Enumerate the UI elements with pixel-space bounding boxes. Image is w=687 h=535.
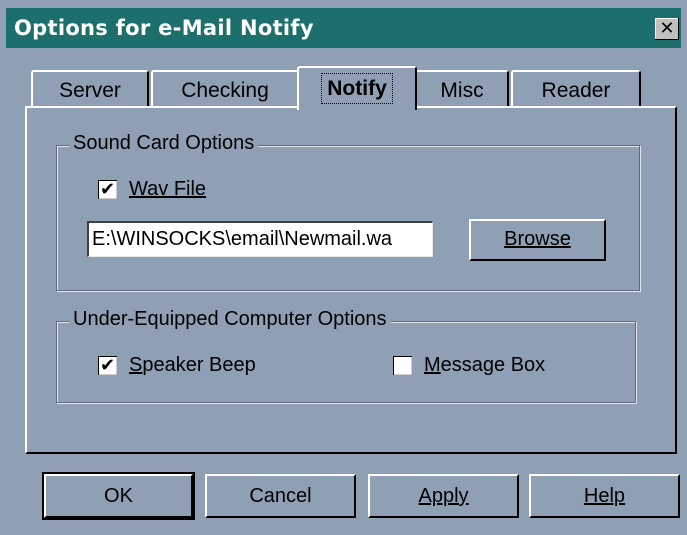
under-equipped-group-label: Under-Equipped Computer Options (69, 308, 391, 331)
close-button[interactable]: ✕ (655, 18, 679, 40)
wav-file-label: Wav File (129, 178, 207, 200)
tab-label: Checking (181, 79, 269, 102)
wav-file-option[interactable]: ✔ Wav File (98, 178, 206, 201)
apply-label: Apply (418, 485, 469, 507)
options-dialog: Options for e-Mail Notify ✕ Server Check… (0, 0, 687, 535)
message-box-label: Message Box (424, 354, 546, 376)
sound-card-group: Sound Card Options (56, 132, 640, 291)
apply-button[interactable]: Apply (368, 474, 519, 518)
help-label: Help (583, 485, 626, 507)
title-bar: Options for e-Mail Notify ✕ (6, 8, 681, 48)
tab-label: Misc (440, 79, 484, 102)
ok-button[interactable]: OK (42, 472, 195, 520)
speaker-beep-option[interactable]: ✔ Speaker Beep (98, 354, 256, 377)
ok-label: OK (104, 485, 133, 507)
tab-label: Notify (321, 73, 393, 104)
message-box-option[interactable]: Message Box (393, 354, 545, 377)
cancel-label: Cancel (249, 485, 312, 507)
speaker-beep-checkbox[interactable]: ✔ (98, 356, 117, 376)
tab-server[interactable]: Server (31, 70, 149, 108)
message-box-checkbox[interactable] (393, 356, 412, 375)
browse-button[interactable]: Browse (469, 219, 606, 261)
tab-checking[interactable]: Checking (151, 70, 299, 108)
cancel-button[interactable]: Cancel (205, 474, 356, 518)
window-title: Options for e-Mail Notify (14, 16, 314, 40)
sound-card-group-label: Sound Card Options (69, 132, 259, 155)
tab-label: Server (59, 79, 121, 102)
tab-notify[interactable]: Notify (297, 66, 417, 110)
wav-file-checkbox[interactable]: ✔ (98, 180, 117, 200)
tab-reader[interactable]: Reader (511, 70, 641, 108)
speaker-beep-label: Speaker Beep (129, 354, 256, 376)
tab-misc[interactable]: Misc (415, 70, 509, 108)
tab-label: Reader (541, 79, 611, 102)
wav-file-path-input[interactable]: E:\WINSOCKS\email\Newmail.wa (87, 221, 433, 257)
close-icon: ✕ (659, 18, 675, 39)
help-button[interactable]: Help (529, 474, 680, 518)
browse-label: Browse (504, 228, 571, 250)
